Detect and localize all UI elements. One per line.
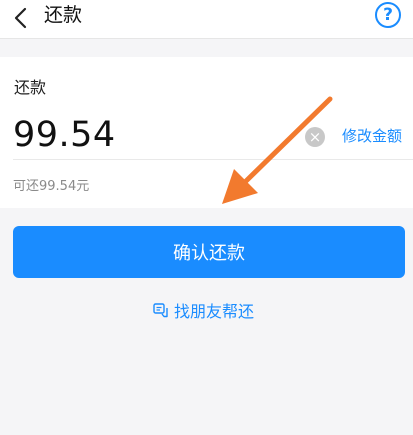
available-amount-text: 可还99.54元 (13, 179, 90, 194)
help-icon[interactable]: ? (375, 2, 401, 28)
confirm-repay-button[interactable]: 确认还款 (13, 226, 405, 278)
amount-input[interactable]: 99.54 (13, 115, 116, 155)
divider (13, 159, 413, 160)
confirm-repay-label: 确认还款 (173, 243, 245, 264)
friend-help-label: 找朋友帮还 (174, 302, 255, 321)
page-title: 还款 (44, 4, 83, 26)
friend-help-link[interactable]: 找朋友帮还 (153, 299, 254, 321)
repay-card: 还款 99.54 × 修改金额 可还99.54元 (0, 57, 413, 208)
back-chevron-icon[interactable] (12, 7, 30, 29)
clear-icon[interactable]: × (305, 127, 325, 147)
header-bar: 还款 ? (0, 0, 413, 39)
chat-icon (153, 302, 168, 317)
repay-section-label: 还款 (14, 78, 47, 97)
modify-amount-link[interactable]: 修改金额 (342, 125, 402, 146)
